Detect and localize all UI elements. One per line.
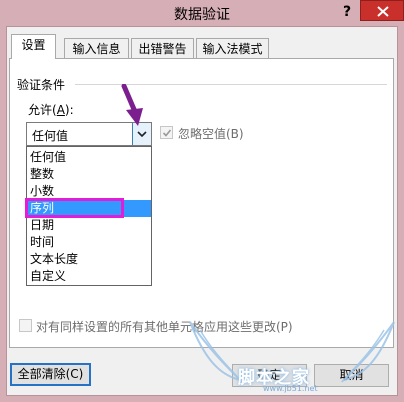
- annotation-arrow-icon: [121, 84, 143, 126]
- apply-all-label: 对有同样设置的所有其他单元格应用这些更改(P): [36, 320, 293, 334]
- dropdown-option-list[interactable]: 序列: [27, 200, 151, 217]
- ok-button[interactable]: 确定: [232, 364, 307, 387]
- allow-label: 允许(A):: [28, 103, 74, 117]
- clear-all-button[interactable]: 全部清除(C): [10, 363, 91, 386]
- dropdown-option-custom[interactable]: 自定义: [27, 268, 151, 285]
- dropdown-option-time[interactable]: 时间: [27, 234, 151, 251]
- validation-criteria-heading: 验证条件: [17, 78, 66, 92]
- tab-ime-mode[interactable]: 输入法模式: [196, 38, 269, 60]
- tab-error-alert[interactable]: 出错警告: [131, 38, 194, 60]
- checkmark-icon: [162, 129, 172, 137]
- allow-select-value: 任何值: [32, 129, 69, 143]
- dropdown-option-any[interactable]: 任何值: [27, 149, 151, 166]
- tab-settings[interactable]: 设置: [11, 34, 56, 59]
- dropdown-option-date[interactable]: 日期: [27, 217, 151, 234]
- allow-dropdown-list: 任何值 整数 小数 序列 日期 时间 文本长度 自定义: [26, 146, 152, 286]
- close-button[interactable]: [360, 0, 404, 21]
- dropdown-option-integer[interactable]: 整数: [27, 166, 151, 183]
- tab-input-message[interactable]: 输入信息: [64, 38, 129, 60]
- apply-all-checkbox[interactable]: [19, 319, 32, 332]
- dropdown-option-decimal[interactable]: 小数: [27, 183, 151, 200]
- help-button[interactable]: ?: [338, 2, 356, 22]
- ignore-blank-label: 忽略空值(B): [178, 127, 244, 141]
- ignore-blank-checkbox[interactable]: [160, 126, 173, 139]
- title-bar: 数据验证 ?: [0, 0, 404, 26]
- chevron-down-icon: [137, 131, 147, 137]
- dropdown-option-text-length[interactable]: 文本长度: [27, 251, 151, 268]
- close-icon: [377, 6, 389, 17]
- cancel-button[interactable]: 取消: [314, 364, 389, 387]
